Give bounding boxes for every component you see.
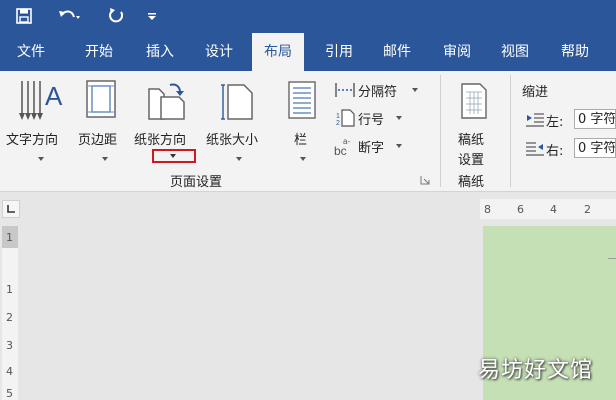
indent-right-icon xyxy=(526,142,544,156)
breaks-icon xyxy=(335,83,355,97)
chevron-down-icon xyxy=(396,144,402,148)
ribbon-tab-bar: 文件 开始 插入 设计 布局 引用 邮件 审阅 视图 帮助 xyxy=(0,33,616,71)
ribbon: A 文字方向 页边距 纸张方向 纸张大小 栏 分隔符 1 2 行号 a- bc … xyxy=(0,71,616,192)
svg-text:A: A xyxy=(45,81,63,111)
vertical-ruler: 1 1 2 3 4 5 xyxy=(2,226,18,400)
indent-left-label: 左: xyxy=(546,115,564,130)
hyphenation-label: 断字 xyxy=(358,141,385,156)
orientation-button[interactable]: 纸张方向 xyxy=(134,77,202,163)
hyphenation-button[interactable]: a- bc 断字 xyxy=(332,135,422,157)
tab-mailings[interactable]: 邮件 xyxy=(370,33,424,71)
indent-left-icon xyxy=(526,113,544,127)
indent-right-label: 右: xyxy=(546,144,564,159)
margins-icon xyxy=(86,80,116,118)
tab-review[interactable]: 审阅 xyxy=(430,33,484,71)
manuscript-label-line2: 设置 xyxy=(458,153,485,168)
tab-references[interactable]: 引用 xyxy=(312,33,366,71)
tab-insert[interactable]: 插入 xyxy=(133,33,187,71)
ruler-tick: 5 xyxy=(6,387,13,400)
chevron-down-icon xyxy=(170,154,176,158)
size-icon xyxy=(221,84,253,120)
manuscript-icon xyxy=(461,83,487,119)
chevron-down-icon xyxy=(38,157,44,161)
manuscript-settings-button[interactable]: 稿纸 设置 xyxy=(448,77,500,168)
ruler-tick: 6 xyxy=(517,203,524,216)
chevron-down-icon xyxy=(102,157,108,161)
indent-right-input[interactable]: 0 字符 xyxy=(574,138,616,158)
orientation-dropdown-highlight[interactable] xyxy=(152,149,196,163)
redo-icon[interactable] xyxy=(104,4,128,28)
ruler-tick: 3 xyxy=(6,339,13,352)
svg-text:bc: bc xyxy=(334,144,347,156)
watermark-text: 易坊好文馆 xyxy=(478,358,594,383)
columns-icon xyxy=(288,81,316,119)
margins-label: 页边距 xyxy=(78,133,118,148)
breaks-button[interactable]: 分隔符 xyxy=(332,79,422,101)
line-numbers-icon: 1 2 xyxy=(336,109,355,127)
manuscript-group-label: 稿纸 xyxy=(458,175,485,190)
columns-label: 栏 xyxy=(294,133,308,148)
chevron-down-icon xyxy=(300,157,306,161)
breaks-label: 分隔符 xyxy=(358,85,398,100)
ruler-tick: 2 xyxy=(584,203,591,216)
left-tab-icon xyxy=(7,205,15,213)
ruler-tick: 2 xyxy=(6,311,13,324)
tab-home[interactable]: 开始 xyxy=(72,33,126,71)
customize-dropdown-icon[interactable] xyxy=(144,4,160,28)
tab-view[interactable]: 视图 xyxy=(488,33,542,71)
save-icon[interactable] xyxy=(12,4,36,28)
chevron-down-icon xyxy=(236,157,242,161)
group-divider xyxy=(440,75,441,187)
indent-left-input[interactable]: 0 字符 xyxy=(574,109,616,129)
tab-file[interactable]: 文件 xyxy=(0,33,62,71)
hyphenation-icon: a- bc xyxy=(334,137,350,156)
ruler-tick: 4 xyxy=(550,203,557,216)
orientation-label: 纸张方向 xyxy=(134,133,187,148)
ruler-tick: 1 xyxy=(6,283,13,296)
undo-icon[interactable] xyxy=(56,4,82,28)
svg-text:1: 1 xyxy=(336,113,340,120)
size-button[interactable]: 纸张大小 xyxy=(206,77,272,161)
dialog-launcher-icon[interactable] xyxy=(420,175,430,185)
tab-selector[interactable] xyxy=(2,200,20,218)
columns-button[interactable]: 栏 xyxy=(284,77,320,161)
manuscript-label: 稿纸 xyxy=(458,133,485,148)
page-setup-group-label: 页面设置 xyxy=(170,175,223,190)
text-direction-button[interactable]: A 文字方向 xyxy=(6,77,70,161)
size-label: 纸张大小 xyxy=(206,133,259,148)
chevron-down-icon xyxy=(396,116,402,120)
ruler-tick: 8 xyxy=(484,203,491,216)
margins-button[interactable]: 页边距 xyxy=(78,77,130,161)
horizontal-ruler: 8 6 4 2 xyxy=(480,199,616,219)
group-divider xyxy=(510,75,511,187)
tab-layout[interactable]: 布局 xyxy=(252,33,304,71)
line-numbers-label: 行号 xyxy=(358,113,385,128)
ruler-tick: 1 xyxy=(6,231,13,244)
text-direction-label: 文字方向 xyxy=(6,133,59,148)
text-direction-icon: A xyxy=(19,81,63,120)
tab-design[interactable]: 设计 xyxy=(192,33,246,71)
svg-text:2: 2 xyxy=(336,120,340,127)
title-bar xyxy=(0,0,616,33)
tab-help[interactable]: 帮助 xyxy=(548,33,602,71)
margin-corner-mark xyxy=(608,258,616,259)
chevron-down-icon xyxy=(412,88,418,92)
orientation-icon xyxy=(148,83,185,120)
indent-title: 缩进 xyxy=(522,85,549,100)
line-numbers-button[interactable]: 1 2 行号 xyxy=(332,107,422,129)
ruler-tick: 4 xyxy=(6,365,13,378)
